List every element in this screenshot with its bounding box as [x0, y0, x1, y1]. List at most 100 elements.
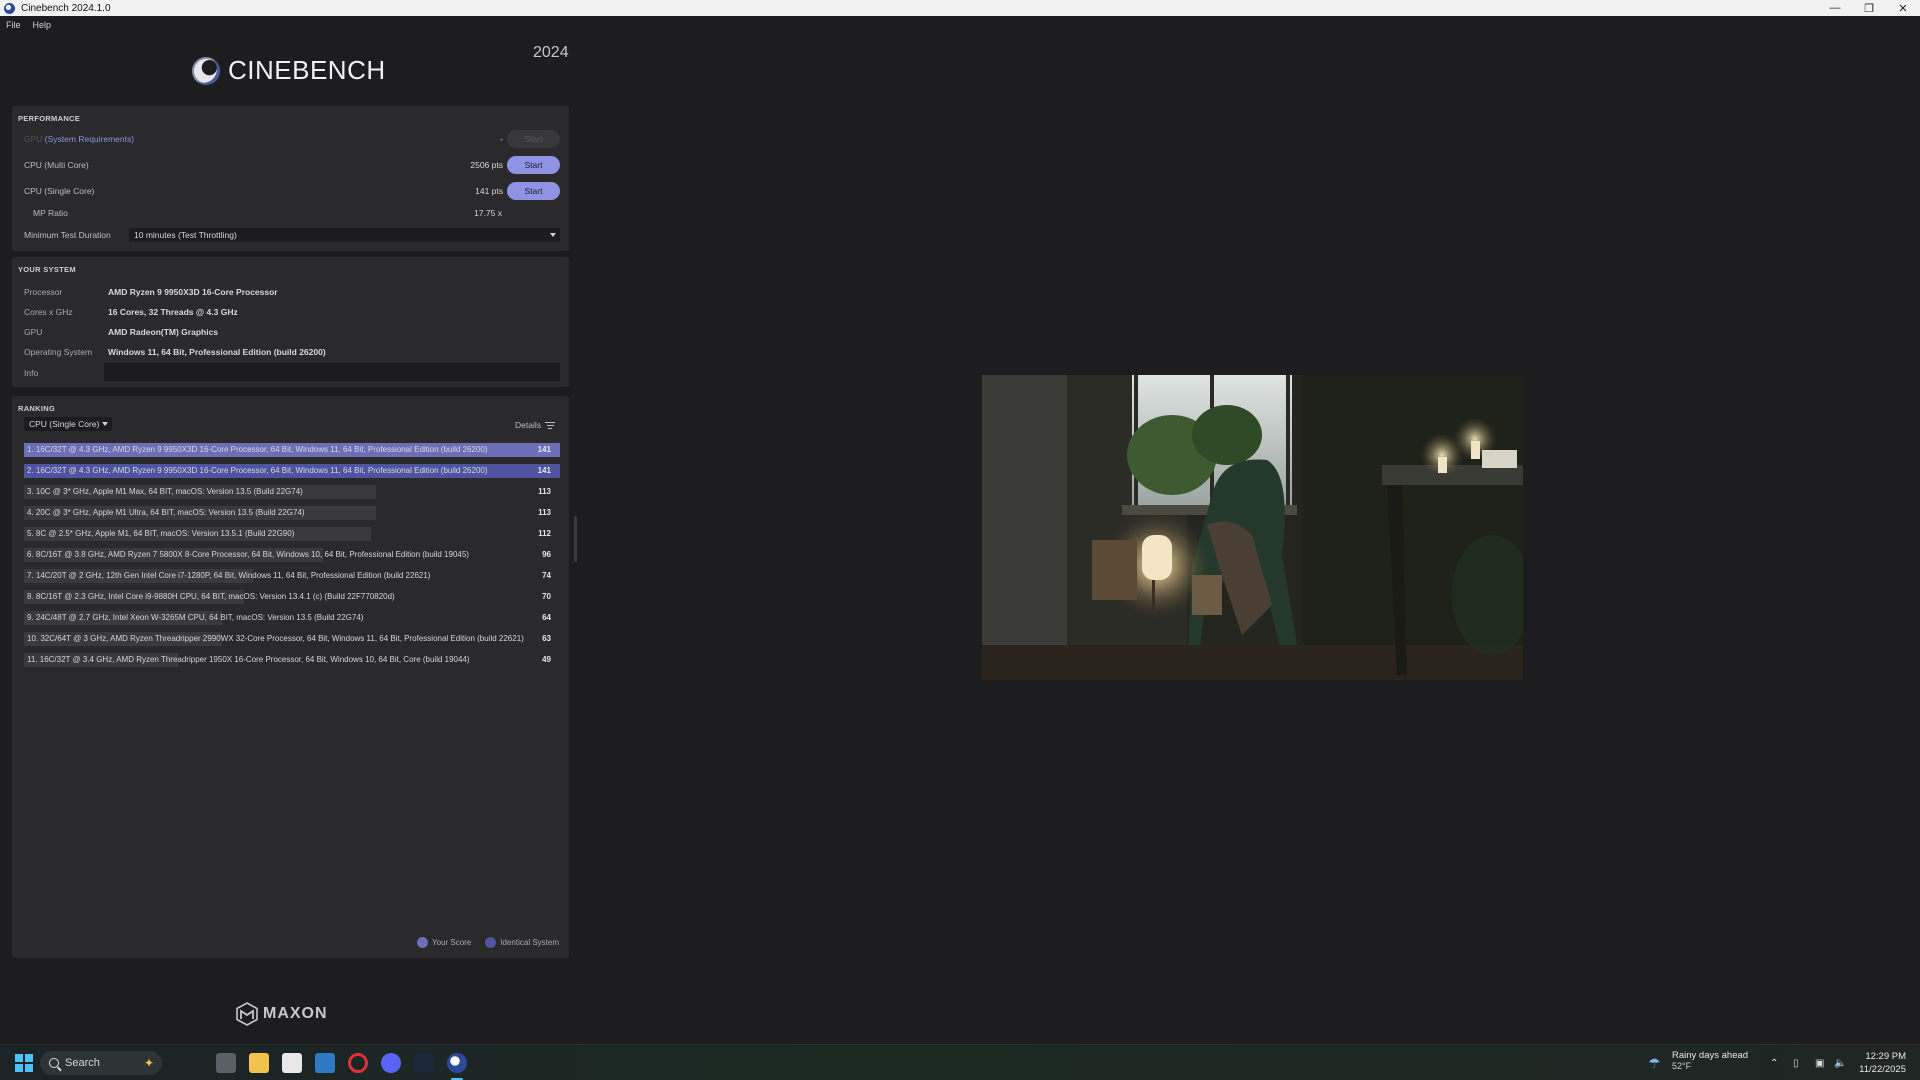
- ranking-row[interactable]: 5. 8C @ 2.5* GHz, Apple M1, 64 BIT, macO…: [24, 527, 560, 541]
- opera-icon[interactable]: [348, 1053, 368, 1073]
- windows-start-icon[interactable]: [14, 1053, 34, 1073]
- file-explorer-icon[interactable]: [249, 1053, 269, 1073]
- duration-row: Minimum Test Duration 10 minutes (Test T…: [12, 225, 569, 245]
- ranking-title: RANKING: [18, 404, 56, 413]
- menu-file[interactable]: File: [0, 20, 27, 30]
- cpu-single-label: CPU (Single Core): [24, 186, 95, 196]
- ranking-row-score: 113: [538, 508, 551, 517]
- cinebench-logo-icon: [192, 56, 220, 85]
- ranking-row[interactable]: 3. 10C @ 3* GHz, Apple M1 Max, 64 BIT, m…: [24, 485, 560, 499]
- maxon-text: MAXON: [263, 1005, 328, 1022]
- gpu-system-requirements-link[interactable]: (System Requirements): [45, 134, 134, 144]
- cpu-multi-row: CPU (Multi Core) 2506 pts Start: [12, 155, 569, 175]
- window-controls: — ❐ ✕: [1818, 0, 1920, 16]
- clock-time: 12:29 PM: [1865, 1051, 1906, 1062]
- usb-icon[interactable]: ▯: [1793, 1058, 1799, 1069]
- clock-date: 11/22/2025: [1859, 1064, 1906, 1075]
- ranking-row-label: 4. 20C @ 3* GHz, Apple M1 Ultra, 64 BIT,…: [27, 508, 305, 517]
- task-view-icon[interactable]: [216, 1053, 236, 1073]
- panel-splitter-handle[interactable]: [574, 516, 577, 562]
- gpu-row: GPU (System Requirements) - Start: [12, 129, 569, 149]
- weather-widget[interactable]: Rainy days ahead 52°F: [1672, 1050, 1748, 1071]
- ranking-row-score: 141: [537, 445, 551, 454]
- cpu-multi-start-button[interactable]: Start: [507, 156, 560, 174]
- ranking-row-score: 112: [538, 529, 551, 538]
- cpu-single-start-button[interactable]: Start: [507, 182, 560, 200]
- maxon-logo: MAXON: [236, 1002, 328, 1026]
- ranking-row-label: 9. 24C/48T @ 2.7 GHz, Intel Xeon W-3265M…: [27, 613, 364, 622]
- window-title: Cinebench 2024.1.0: [21, 2, 111, 14]
- filter-icon: [545, 421, 555, 429]
- ranking-row[interactable]: 8. 8C/16T @ 2.3 GHz, Intel Core i9-9880H…: [24, 590, 560, 604]
- ranking-row-label: 2. 16C/32T @ 4.3 GHz, AMD Ryzen 9 9950X3…: [27, 466, 488, 475]
- gpu-prefix: GPU: [24, 134, 43, 144]
- your-system-panel: YOUR SYSTEM Processor AMD Ryzen 9 9950X3…: [12, 257, 569, 387]
- ranking-row[interactable]: 7. 14C/20T @ 2 GHz, 12th Gen Intel Core …: [24, 569, 560, 583]
- volume-icon[interactable]: 🔈: [1834, 1058, 1846, 1069]
- ranking-row[interactable]: 9. 24C/48T @ 2.7 GHz, Intel Xeon W-3265M…: [24, 611, 560, 625]
- ranking-row[interactable]: 2. 16C/32T @ 4.3 GHz, AMD Ryzen 9 9950X3…: [24, 464, 560, 478]
- cinebench-taskbar-icon[interactable]: [447, 1053, 467, 1073]
- ranking-row[interactable]: 10. 32C/64T @ 3 GHz, AMD Ryzen Threadrip…: [24, 632, 560, 646]
- close-button[interactable]: ✕: [1886, 0, 1920, 16]
- cinebench-app-icon: [4, 2, 15, 14]
- photos-icon[interactable]: [315, 1053, 335, 1073]
- ranking-row-label: 8. 8C/16T @ 2.3 GHz, Intel Core i9-9880H…: [27, 592, 395, 601]
- system-clock[interactable]: 12:29 PM 11/22/2025: [1859, 1050, 1906, 1076]
- taskbar-search[interactable]: Search ✦: [40, 1051, 162, 1075]
- cpu-multi-label: CPU (Multi Core): [24, 160, 89, 170]
- your-score-swatch: [417, 937, 428, 948]
- ranking-row[interactable]: 6. 8C/16T @ 3.8 GHz, AMD Ryzen 7 5800X 8…: [24, 548, 560, 562]
- menu-help[interactable]: Help: [27, 20, 58, 30]
- ranking-row[interactable]: 1. 16C/32T @ 4.3 GHz, AMD Ryzen 9 9950X3…: [24, 443, 560, 457]
- gpu-start-button[interactable]: Start: [507, 130, 560, 148]
- restore-button[interactable]: ❐: [1852, 0, 1886, 16]
- ranking-row-label: 7. 14C/20T @ 2 GHz, 12th Gen Intel Core …: [27, 571, 431, 580]
- network-icon[interactable]: ▣: [1815, 1058, 1824, 1069]
- ranking-row-label: 10. 32C/64T @ 3 GHz, AMD Ryzen Threadrip…: [27, 634, 524, 643]
- weather-rain-icon: ☂: [1648, 1055, 1661, 1071]
- discord-icon[interactable]: [381, 1053, 401, 1073]
- logo-text: CINEBENCH: [228, 55, 386, 85]
- steam-icon[interactable]: [414, 1053, 434, 1073]
- minimize-button[interactable]: —: [1818, 0, 1852, 16]
- duration-selected: 10 minutes (Test Throttling): [134, 230, 237, 240]
- cpu-single-row: CPU (Single Core) 141 pts Start: [12, 181, 569, 201]
- search-label: Search: [65, 1057, 100, 1069]
- ranking-row-score: 49: [542, 655, 551, 664]
- performance-panel: PERFORMANCE GPU (System Requirements) - …: [12, 106, 569, 251]
- ranking-row[interactable]: 11. 16C/32T @ 3.4 GHz, AMD Ryzen Threadr…: [24, 653, 560, 667]
- ranking-panel: RANKING CPU (Single Core) Details 1. 16C…: [12, 396, 569, 958]
- cores-label: Cores x GHz: [24, 307, 73, 317]
- info-label: Info: [24, 368, 39, 378]
- gpu-score: -: [500, 134, 503, 144]
- ranking-row[interactable]: 4. 20C @ 3* GHz, Apple M1 Ultra, 64 BIT,…: [24, 506, 560, 520]
- duration-dropdown[interactable]: 10 minutes (Test Throttling): [129, 228, 560, 242]
- your-system-title: YOUR SYSTEM: [18, 265, 76, 274]
- performance-title: PERFORMANCE: [18, 114, 81, 123]
- ranking-row-score: 64: [542, 613, 551, 622]
- menu-bar: File Help: [0, 16, 1920, 34]
- ranking-test-dropdown[interactable]: CPU (Single Core): [24, 417, 112, 431]
- gpu-info-label: GPU: [24, 327, 43, 337]
- ranking-list: 1. 16C/32T @ 4.3 GHz, AMD Ryzen 9 9950X3…: [24, 443, 560, 674]
- info-field[interactable]: [104, 363, 560, 381]
- processor-value: AMD Ryzen 9 9950X3D 16-Core Processor: [108, 287, 278, 297]
- os-label: Operating System: [24, 347, 93, 357]
- details-button[interactable]: Details: [515, 420, 555, 430]
- ranking-row-score: 141: [537, 466, 551, 475]
- gpu-info-value: AMD Radeon(TM) Graphics: [108, 327, 219, 337]
- cores-value: 16 Cores, 32 Threads @ 4.3 GHz: [108, 307, 238, 317]
- cpu-single-score: 141 pts: [475, 186, 503, 196]
- taskbar: Search ✦ ☂ Rainy days ahead 52°F ⌃ ▯ ▣ 🔈…: [0, 1044, 1920, 1080]
- duration-label: Minimum Test Duration: [24, 230, 111, 240]
- chevron-up-icon[interactable]: ⌃: [1770, 1058, 1778, 1069]
- os-value: Windows 11, 64 Bit, Professional Edition…: [108, 347, 326, 357]
- ranking-row-score: 113: [538, 487, 551, 496]
- chevron-down-icon: [102, 422, 108, 426]
- version-year: 2024: [533, 44, 569, 61]
- microsoft-store-icon[interactable]: [282, 1053, 302, 1073]
- copilot-sparkle-icon: ✦: [143, 1056, 154, 1070]
- ranking-row-score: 63: [542, 634, 551, 643]
- ranking-legend: Your Score Identical System: [403, 937, 559, 948]
